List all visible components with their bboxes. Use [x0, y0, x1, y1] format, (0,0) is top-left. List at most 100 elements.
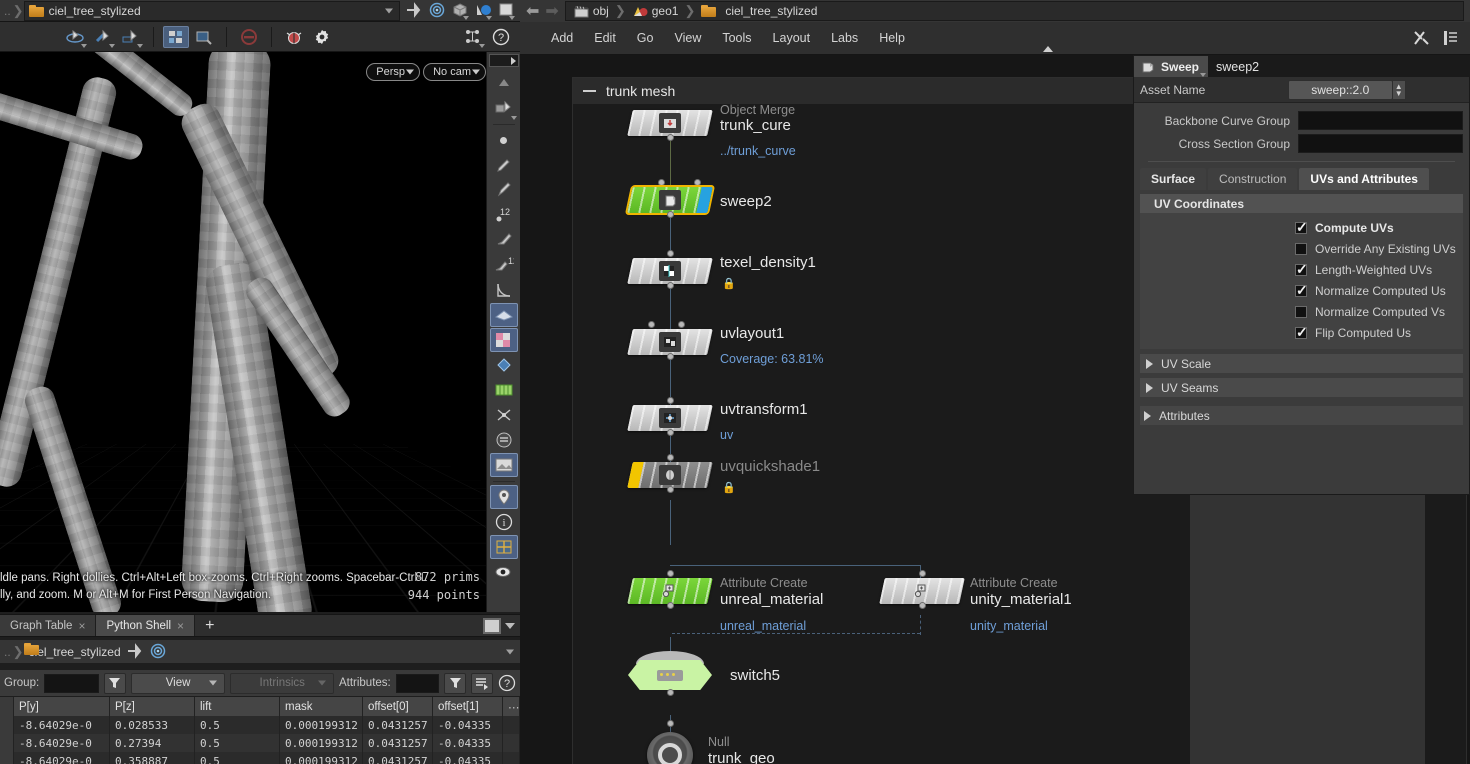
node-input-connector[interactable] [667, 720, 674, 727]
paint-icon[interactable] [490, 228, 518, 252]
ladybug-icon[interactable] [281, 26, 307, 48]
node-input-connector[interactable] [648, 321, 655, 328]
node-body[interactable] [879, 578, 965, 604]
table-row[interactable]: -8.64029e-0 0.27394 0.5 0.000199312 0.04… [0, 734, 520, 752]
persp-dropdown[interactable]: Persp [366, 63, 420, 81]
menu-go[interactable]: Go [628, 27, 663, 49]
handle-icon[interactable] [489, 303, 518, 327]
node-input-connector[interactable] [658, 179, 665, 186]
point-icon[interactable] [490, 128, 518, 152]
node-output-connector[interactable] [667, 211, 674, 218]
node-output-connector[interactable] [919, 602, 926, 609]
eye-icon[interactable] [490, 560, 518, 584]
normalize-computed-us-checkbox[interactable] [1295, 282, 1308, 299]
viewport-3d[interactable]: Persp No cam ldle pans. Right dollies. C… [0, 52, 486, 612]
node-texel-density1[interactable] [627, 250, 713, 289]
pin-icon[interactable] [125, 642, 145, 661]
tools-icon[interactable] [1412, 29, 1432, 47]
handle-tool-icon[interactable] [118, 26, 144, 48]
node-trunk-geo[interactable] [647, 720, 693, 764]
column-overflow-icon[interactable]: ⋯ [503, 697, 520, 716]
asset-name-dropdown[interactable]: sweep::2.0 [1287, 79, 1393, 100]
pane-collapse-icon[interactable] [1043, 46, 1053, 52]
tab-python-shell[interactable]: Python Shell × [96, 615, 196, 636]
node-uvtransform1[interactable] [627, 397, 713, 436]
node-body[interactable] [627, 187, 713, 213]
stop-icon[interactable] [236, 26, 262, 48]
pin-icon[interactable] [404, 1, 424, 20]
list-view-icon[interactable] [1442, 29, 1462, 47]
flip-computed-us-checkbox[interactable] [1295, 324, 1308, 341]
left-path-field[interactable]: ciel_tree_stylized [23, 0, 400, 21]
close-icon[interactable]: × [78, 619, 85, 633]
checkbox-row-flip-computed-us[interactable]: Flip Computed Us [1140, 322, 1463, 343]
uv-checker-icon[interactable] [489, 328, 518, 352]
list-icon[interactable] [490, 428, 518, 452]
backbone-curve-group-input[interactable] [1298, 111, 1463, 130]
intrinsics-dropdown[interactable]: Intrinsics [230, 672, 334, 694]
diamond-icon[interactable] [490, 353, 518, 377]
parameter-node-name[interactable]: sweep2 [1208, 56, 1259, 77]
node-sweep2[interactable] [608, 168, 732, 232]
node-body[interactable] [627, 462, 713, 488]
help-icon[interactable]: ? [498, 674, 516, 692]
pick-tool-icon[interactable] [490, 178, 518, 202]
asset-name-stepper[interactable]: ▲ ▼ [1391, 79, 1406, 100]
column-header[interactable]: offset[0] [363, 697, 433, 716]
close-icon[interactable]: × [177, 619, 184, 633]
chevron-down-icon[interactable] [506, 649, 514, 654]
node-input-connector[interactable] [667, 454, 674, 461]
parameter-panel[interactable]: Sweep sweep2 Asset Name sweep::2.0 ▲ ▼ Ba… [1133, 55, 1470, 495]
zoom-box-icon[interactable] [191, 26, 217, 48]
node-input-connector[interactable] [667, 250, 674, 257]
chevron-down-icon[interactable] [1200, 73, 1207, 77]
node-trunk-cure[interactable] [627, 110, 713, 141]
bypass-flag[interactable] [627, 462, 644, 488]
menu-tools[interactable]: Tools [713, 27, 760, 49]
tab-uvs-and-attributes[interactable]: UVs and Attributes [1299, 168, 1429, 190]
tab-graph-table[interactable]: Graph Table × [0, 615, 97, 636]
node-switch5[interactable] [628, 651, 712, 696]
column-header[interactable]: P[z] [110, 697, 195, 716]
length-weighted-uvs-checkbox[interactable] [1295, 261, 1308, 278]
node-input-connector[interactable] [694, 179, 701, 186]
checkbox-row-normalize-computed-us[interactable]: Normalize Computed Us [1140, 280, 1463, 301]
collapse-up-icon[interactable] [490, 71, 518, 95]
normalize-computed-vs-checkbox[interactable] [1295, 305, 1307, 318]
chevron-down-icon[interactable] [385, 8, 393, 13]
view-dropdown[interactable]: View [130, 672, 226, 694]
back-arrow-icon[interactable]: ⬅ [526, 1, 539, 21]
node-input-connector[interactable] [667, 397, 674, 404]
node-body[interactable] [627, 258, 713, 284]
node-body[interactable] [627, 110, 713, 136]
node-body[interactable] [628, 660, 712, 690]
breadcrumb-item-geo1[interactable]: geo1 [628, 4, 683, 18]
snapshot-icon[interactable] [163, 25, 189, 48]
bottom-path-field[interactable]: ciel_tree_stylized [24, 643, 514, 661]
checkbox-row-normalize-computed-vs[interactable]: Normalize Computed Vs [1140, 301, 1463, 322]
settings-gear-icon[interactable] [309, 26, 335, 48]
cross-section-group-input[interactable] [1298, 134, 1463, 153]
uv-coordinates-section-header[interactable]: UV Coordinates [1140, 194, 1463, 213]
column-options-icon[interactable] [471, 672, 493, 694]
column-header[interactable]: offset[1] [433, 697, 503, 716]
viewport-scroll-handle[interactable] [488, 54, 519, 67]
node-output-connector[interactable] [667, 353, 674, 360]
node-output-connector[interactable] [667, 282, 674, 289]
image-icon[interactable] [489, 453, 518, 477]
tab-surface[interactable]: Surface [1140, 168, 1207, 190]
node-output-connector[interactable] [667, 486, 674, 493]
grid-icon[interactable] [489, 535, 518, 559]
parameter-tab-chip[interactable]: Sweep [1134, 56, 1209, 77]
node-input-connector[interactable] [678, 321, 685, 328]
breadcrumb-item-obj[interactable]: obj [570, 4, 613, 18]
compute-uvs-checkbox[interactable] [1295, 219, 1308, 236]
node-body[interactable] [627, 578, 713, 604]
help-icon[interactable]: ? [488, 26, 514, 48]
table-row[interactable]: -8.64029e-0 0.028533 0.5 0.000199312 0.0… [0, 716, 520, 734]
view-tool-icon[interactable] [490, 96, 518, 120]
cube-icon[interactable] [450, 2, 470, 20]
mesh-green-icon[interactable] [490, 378, 518, 402]
checkbox-row-length-weighted-uvs[interactable]: Length-Weighted UVs [1140, 259, 1463, 280]
menu-labs[interactable]: Labs [822, 27, 867, 49]
